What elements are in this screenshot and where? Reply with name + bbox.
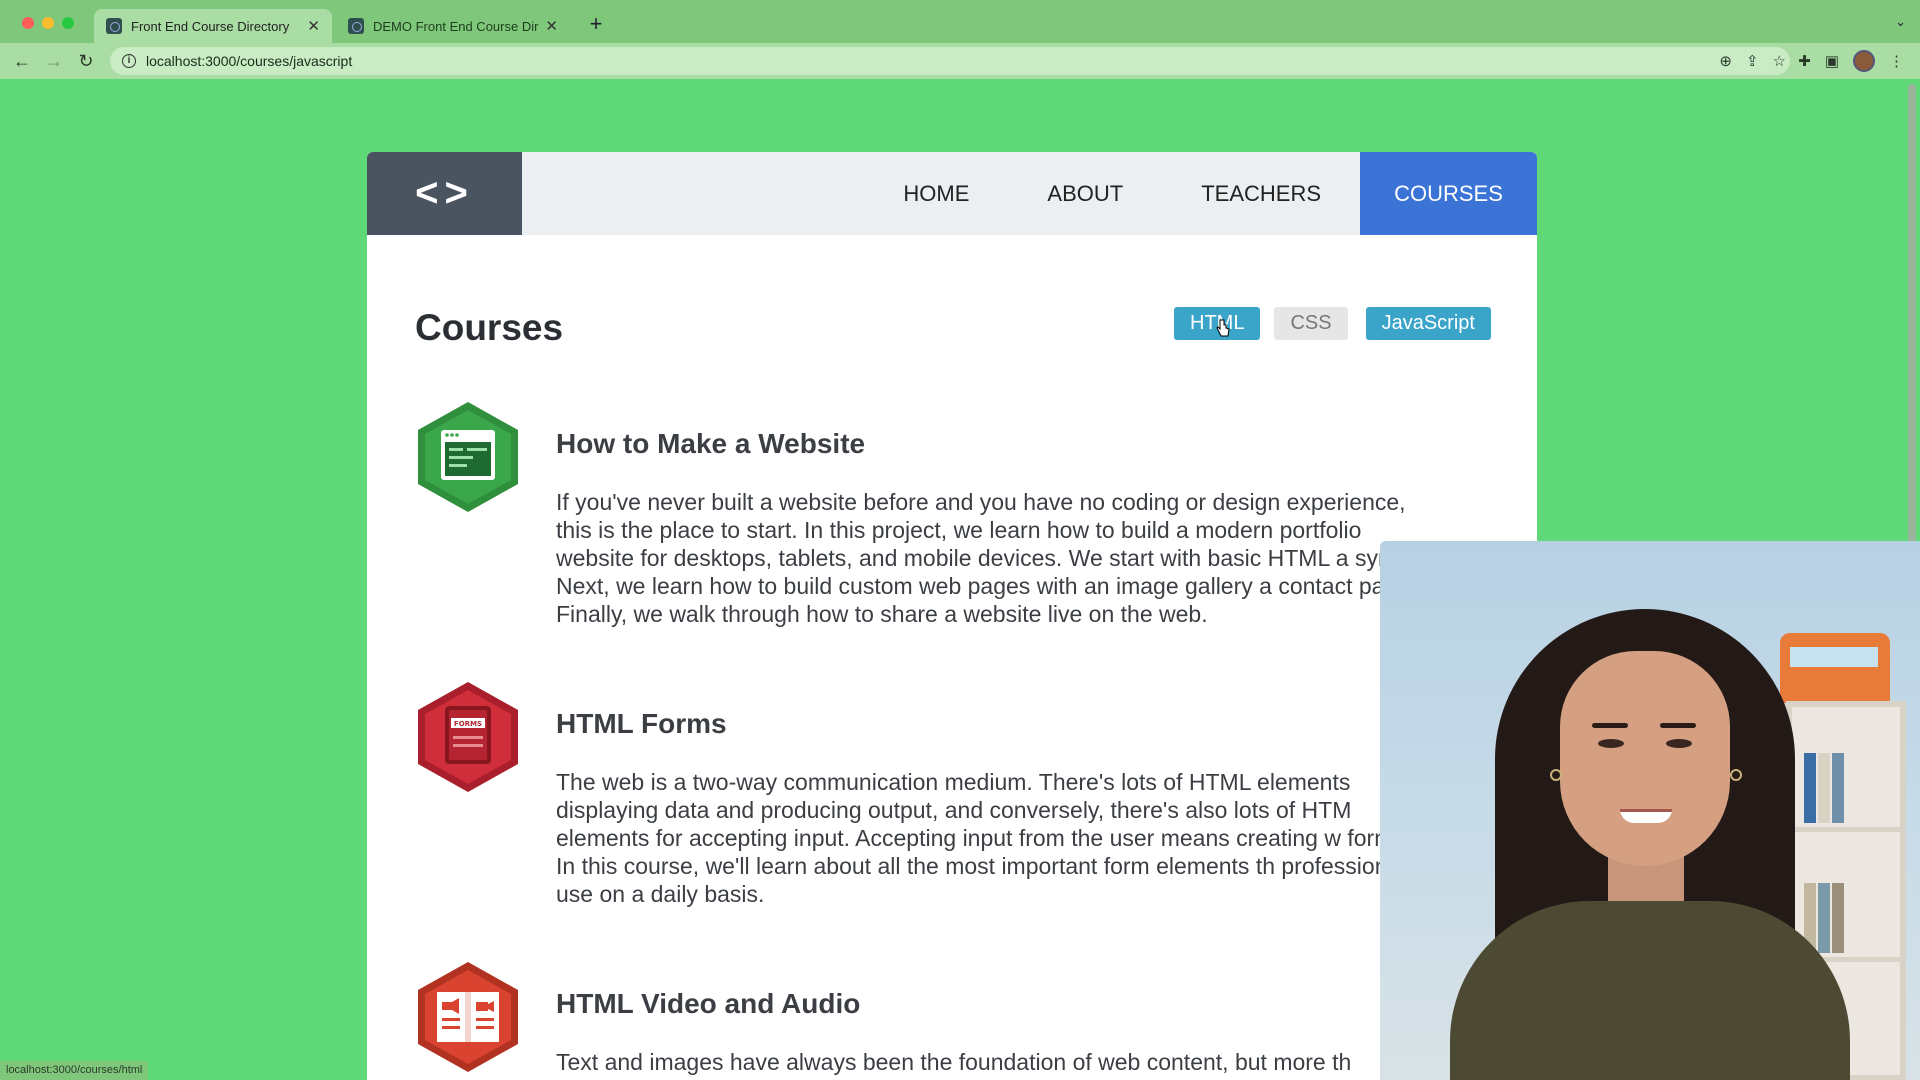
profile-avatar[interactable] [1853,50,1875,72]
toy-bus-decoration [1780,633,1890,703]
course-title[interactable]: HTML Video and Audio [556,988,860,1020]
share-icon[interactable]: ⇪ [1746,52,1759,70]
zoom-icon[interactable]: ⊕ [1719,52,1732,70]
tab-title: DEMO Front End Course Direc [373,18,540,34]
close-tab-icon[interactable]: ✕ [545,17,558,35]
nav-home[interactable]: HOME [864,152,1008,235]
main-nav: HOME ABOUT TEACHERS COURSES [864,152,1537,235]
content-card: <> HOME ABOUT TEACHERS COURSES Courses H… [367,152,1537,1080]
back-arrow-icon[interactable]: ← [10,49,34,73]
page-scrollbar[interactable] [1908,84,1916,544]
nav-courses[interactable]: COURSES [1360,152,1537,235]
close-tab-icon[interactable]: ✕ [307,17,320,35]
presenter-shirt [1450,901,1850,1080]
browser-tab-inactive[interactable]: DEMO Front End Course Direc ✕ [336,9,570,43]
browser-tab-bar: Front End Course Directory ✕ DEMO Front … [0,0,1920,43]
react-favicon-icon [348,18,364,34]
presenter-video-overlay [1380,541,1920,1080]
status-bar-url: localhost:3000/courses/html [0,1061,149,1080]
page-title: Courses [415,307,564,348]
side-panel-icon[interactable]: ▣ [1825,52,1839,70]
course-description: Text and images have always been the fou… [556,1049,1352,1075]
nav-about[interactable]: ABOUT [1008,152,1162,235]
course-title[interactable]: How to Make a Website [556,428,865,460]
new-tab-icon[interactable]: + [584,11,608,37]
browser-toolbar: ← → ↻ i localhost:3000/courses/javascrip… [0,43,1920,79]
maximize-window-button[interactable] [62,17,74,29]
tab-title: Front End Course Directory [131,18,290,34]
course-description: The web is a two-way communication mediu… [556,769,1417,907]
extensions-puzzle-icon[interactable]: ✚ [1798,52,1811,70]
browser-menu-icon[interactable]: ⋮ [1889,52,1904,70]
site-header: <> HOME ABOUT TEACHERS COURSES [367,152,1537,235]
forms-icon[interactable]: FORMS [415,680,521,794]
reload-icon[interactable]: ↻ [74,49,98,73]
browser-tab-active[interactable]: Front End Course Directory ✕ [94,9,332,43]
bookmark-star-icon[interactable]: ☆ [1773,52,1786,70]
presenter-face [1560,651,1730,866]
nav-teachers[interactable]: TEACHERS [1162,152,1360,235]
browser-window-icon[interactable] [415,400,521,514]
address-url[interactable]: localhost:3000/courses/javascript [146,53,352,69]
close-window-button[interactable] [22,17,34,29]
course-description: If you've never built a website before a… [556,489,1428,627]
minimize-window-button[interactable] [42,17,54,29]
video-audio-book-icon[interactable] [415,960,521,1074]
filter-css-button[interactable]: CSS [1274,307,1348,340]
hand-cursor-icon [1216,319,1230,337]
filter-javascript-button[interactable]: JavaScript [1365,307,1491,340]
forward-arrow-icon[interactable]: → [42,49,66,73]
tab-search-chevron-icon[interactable]: ⌄ [1895,14,1906,30]
react-favicon-icon [106,18,122,34]
course-title[interactable]: HTML Forms [556,708,727,740]
code-logo-icon[interactable]: <> [367,152,522,235]
address-bar[interactable]: i localhost:3000/courses/javascript [110,47,1790,75]
badge-label: FORMS [454,720,482,728]
site-info-icon[interactable]: i [122,54,136,68]
